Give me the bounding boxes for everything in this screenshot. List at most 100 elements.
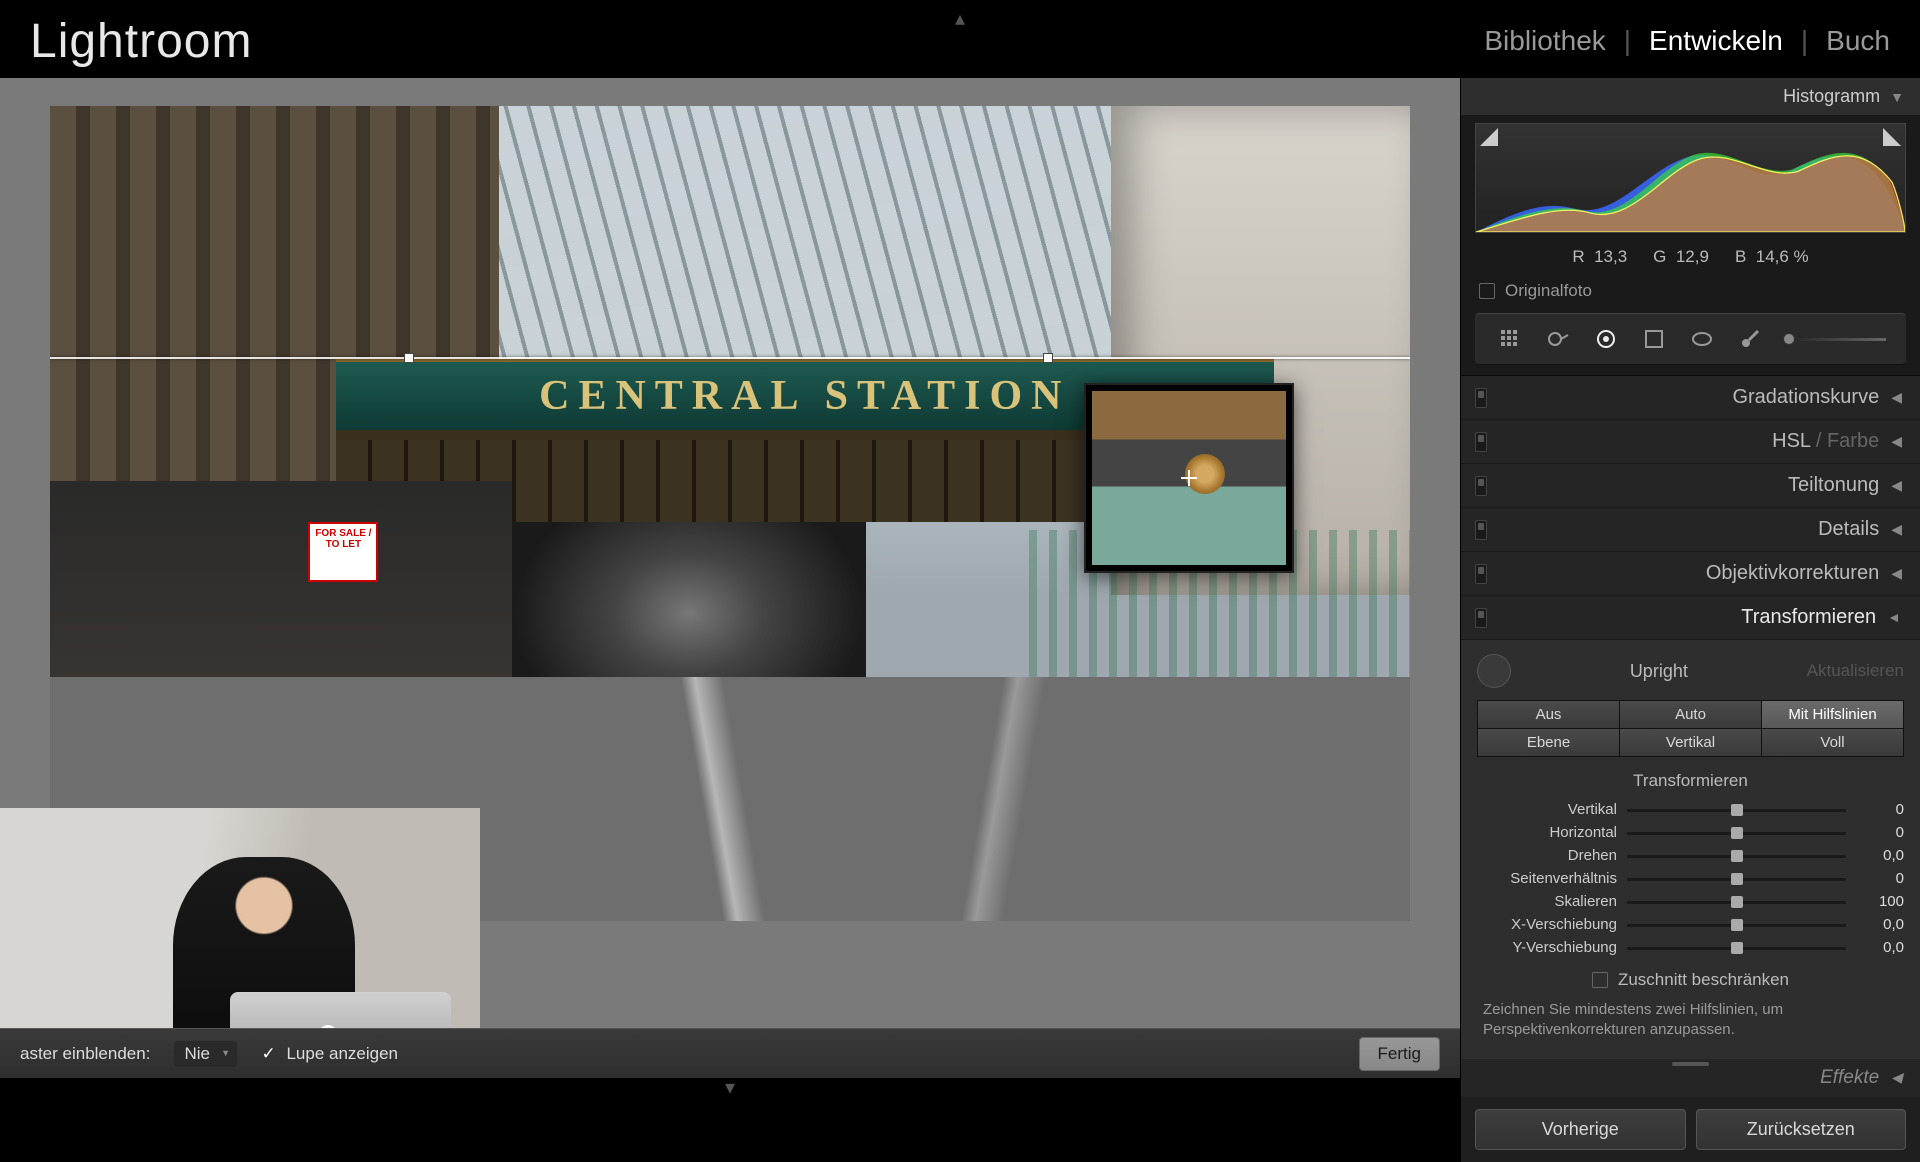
- panel-transform[interactable]: Transformieren ▼: [1461, 596, 1920, 639]
- checkbox-icon[interactable]: [1479, 283, 1495, 299]
- upright-seg-off[interactable]: Aus: [1478, 701, 1619, 728]
- slider-knob-icon[interactable]: [1731, 804, 1743, 816]
- constrain-crop-label: Zuschnitt beschränken: [1618, 970, 1789, 990]
- upright-off-icon[interactable]: [1477, 654, 1511, 688]
- slider-track[interactable]: [1627, 826, 1846, 840]
- guided-hint-text: Zeichnen Sie mindestens zwei Hilfslinien…: [1477, 1000, 1904, 1041]
- slider-track[interactable]: [1627, 895, 1846, 909]
- panel-switch-icon[interactable]: [1475, 608, 1487, 628]
- slider-track[interactable]: [1627, 918, 1846, 932]
- original-photo-label: Originalfoto: [1505, 281, 1592, 301]
- histogram-header[interactable]: Histogramm ▼: [1461, 78, 1920, 115]
- histogram-rgb-readout: R 13,3 G 12,9 B 14,6 %: [1461, 241, 1920, 277]
- slider-label: X-Verschiebung: [1477, 916, 1617, 933]
- gradient-tool-icon[interactable]: [1639, 324, 1669, 354]
- histogram-graph[interactable]: [1475, 123, 1906, 233]
- previous-button[interactable]: Vorherige: [1475, 1109, 1686, 1150]
- slider-knob-icon[interactable]: [1731, 919, 1743, 931]
- slider-vertical: Vertikal 0: [1477, 801, 1904, 818]
- upright-row: Upright Aktualisieren: [1477, 654, 1904, 688]
- slider-knob-icon[interactable]: [1783, 333, 1795, 345]
- upright-seg-level[interactable]: Ebene: [1478, 729, 1619, 756]
- grid-overlay-value: Nie: [184, 1044, 210, 1064]
- brush-tool-icon[interactable]: [1735, 324, 1765, 354]
- panel-hsl[interactable]: HSL / Farbe ◀: [1461, 420, 1920, 463]
- loupe-magnifier[interactable]: [1084, 383, 1294, 573]
- slider-value[interactable]: 0,0: [1856, 939, 1904, 956]
- histogram-curves: [1476, 124, 1905, 232]
- rgb-r-value: 13,3: [1594, 247, 1627, 266]
- checkmark-icon: ✓: [261, 1044, 275, 1063]
- panel-switch-icon[interactable]: [1475, 388, 1487, 408]
- slider-value[interactable]: 0: [1856, 824, 1904, 841]
- slider-label: Drehen: [1477, 847, 1617, 864]
- upright-seg-full[interactable]: Voll: [1762, 729, 1903, 756]
- upright-seg-vertical[interactable]: Vertikal: [1620, 729, 1761, 756]
- slider-track[interactable]: [1627, 803, 1846, 817]
- panel-switch-icon[interactable]: [1475, 520, 1487, 540]
- radial-tool-icon[interactable]: [1687, 324, 1717, 354]
- develop-right-panel: Histogramm ▼ R 13,3 G 12,9 B 14,6 %: [1460, 78, 1920, 1078]
- slider-track[interactable]: [1627, 849, 1846, 863]
- panel-split-toning[interactable]: Teiltonung ◀: [1461, 464, 1920, 507]
- upright-seg-guided[interactable]: Mit Hilfslinien: [1762, 701, 1903, 728]
- slider-knob-icon[interactable]: [1731, 873, 1743, 885]
- slider-label: Skalieren: [1477, 893, 1617, 910]
- panel-title: Details: [1487, 518, 1879, 541]
- panel-lens-corrections[interactable]: Objektivkorrekturen ◀: [1461, 552, 1920, 595]
- hsl-label: HSL: [1772, 430, 1810, 452]
- module-library[interactable]: Bibliothek: [1484, 25, 1605, 57]
- slider-knob-icon[interactable]: [1731, 896, 1743, 908]
- upright-seg-auto[interactable]: Auto: [1620, 701, 1761, 728]
- upright-mode-segments: Aus Auto Mit Hilfslinien Ebene Vertikal …: [1477, 700, 1904, 757]
- panel-footer-buttons: Vorherige Zurücksetzen: [1461, 1097, 1920, 1162]
- panel-title: HSL / Farbe: [1487, 430, 1879, 453]
- slider-track[interactable]: [1627, 872, 1846, 886]
- slider-knob-icon[interactable]: [1731, 942, 1743, 954]
- slider-value[interactable]: 0,0: [1856, 916, 1904, 933]
- chevron-left-icon: ◀: [1891, 521, 1902, 538]
- reset-button[interactable]: Zurücksetzen: [1696, 1109, 1907, 1150]
- canvas-area: CENTRAL STATION FOR SALE / TO LET: [0, 78, 1460, 1078]
- module-book[interactable]: Buch: [1826, 25, 1890, 57]
- constrain-crop-toggle[interactable]: Zuschnitt beschränken: [1477, 970, 1904, 990]
- slider-value[interactable]: 100: [1856, 893, 1904, 910]
- panel-switch-icon[interactable]: [1475, 432, 1487, 452]
- checkbox-icon[interactable]: [1592, 972, 1608, 988]
- brush-amount-slider[interactable]: [1783, 327, 1886, 351]
- panel-switch-icon[interactable]: [1475, 476, 1487, 496]
- slider-knob-icon[interactable]: [1731, 827, 1743, 839]
- spot-tool-icon[interactable]: [1543, 324, 1573, 354]
- upright-update-button[interactable]: Aktualisieren: [1807, 661, 1904, 681]
- panel-switch-icon[interactable]: [1475, 564, 1487, 584]
- slider-label: Vertikal: [1477, 801, 1617, 818]
- grid-overlay-popup[interactable]: Nie: [174, 1041, 237, 1067]
- rgb-b-label: B: [1735, 247, 1746, 266]
- original-photo-toggle[interactable]: Originalfoto: [1461, 277, 1920, 313]
- panel-detail[interactable]: Details ◀: [1461, 508, 1920, 551]
- panel-title: Transformieren: [1487, 606, 1876, 629]
- panel-collapse-chevron-top[interactable]: ▴: [955, 6, 965, 31]
- redeye-tool-icon[interactable]: [1591, 324, 1621, 354]
- slider-knob-icon[interactable]: [1731, 850, 1743, 862]
- chevron-down-icon: ▼: [1890, 89, 1904, 105]
- done-button[interactable]: Fertig: [1359, 1037, 1440, 1071]
- panel-collapse-chevron-bottom[interactable]: ▾: [725, 1075, 735, 1100]
- chevron-left-icon: ◀: [1891, 565, 1902, 582]
- slider-value[interactable]: 0: [1856, 870, 1904, 887]
- slider-track[interactable]: [1627, 941, 1846, 955]
- local-adjust-toolstrip: [1475, 313, 1906, 365]
- show-loupe-toggle[interactable]: ✓ Lupe anzeigen: [261, 1044, 398, 1064]
- rgb-g-label: G: [1653, 247, 1666, 266]
- module-develop[interactable]: Entwickeln: [1649, 25, 1783, 57]
- rgb-b-value: 14,6 %: [1756, 247, 1809, 266]
- panel-tone-curve[interactable]: Gradationskurve ◀: [1461, 376, 1920, 419]
- chevron-left-icon: ◀: [1891, 389, 1902, 406]
- transform-panel-body: Upright Aktualisieren Aus Auto Mit Hilfs…: [1461, 640, 1920, 1059]
- upright-guide-line[interactable]: [50, 357, 1410, 359]
- slider-value[interactable]: 0: [1856, 801, 1904, 818]
- crop-tool-icon[interactable]: [1495, 324, 1525, 354]
- slider-yoffset: Y-Verschiebung0,0: [1477, 939, 1904, 956]
- slider-value[interactable]: 0,0: [1856, 847, 1904, 864]
- photo[interactable]: CENTRAL STATION FOR SALE / TO LET: [50, 106, 1410, 921]
